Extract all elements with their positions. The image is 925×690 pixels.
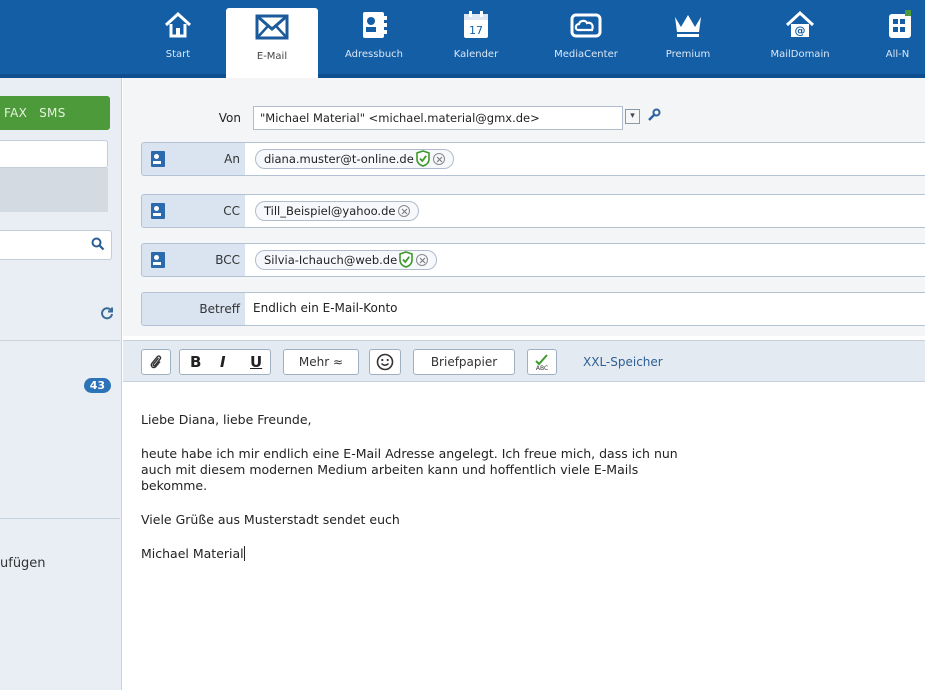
house-icon [163, 6, 193, 44]
bcc-label: BCC [215, 253, 240, 267]
from-label: Von [218, 111, 241, 125]
message-body[interactable]: Liebe Diana, liebe Freunde, heute habe i… [141, 412, 861, 580]
italic-button[interactable]: I [220, 353, 226, 371]
body-line-1: heute habe ich mir endlich eine E-Mail A… [141, 446, 678, 461]
nav-start[interactable]: Start [146, 6, 210, 78]
bcc-address: Silvia-Ichauch@web.de [264, 253, 398, 267]
chevron-down-icon[interactable]: ▾ [625, 109, 640, 124]
text-style-group: B I U [179, 349, 271, 375]
body-signature-line: Michael Material [141, 546, 861, 562]
fax-sms-tabs: FAX SMS [0, 96, 110, 130]
sidebar-divider-2 [0, 518, 120, 519]
bcc-field[interactable]: Silvia-Ichauch@web.de [245, 244, 925, 276]
nav-adressbuch[interactable]: Adressbuch [334, 6, 414, 78]
nav-label-start: Start [165, 49, 191, 60]
tab-sms[interactable]: SMS [39, 106, 66, 120]
sidebar-input-box[interactable] [0, 140, 108, 168]
at-house-icon: @ [784, 6, 816, 44]
remove-cc-icon[interactable] [398, 205, 411, 217]
nav-label-mediacenter: MediaCenter [554, 49, 618, 60]
verified-shield-icon [399, 251, 413, 271]
envelope-icon [254, 8, 290, 46]
cc-row: CC Till_Beispiel@yahoo.de [141, 194, 925, 228]
cc-field[interactable]: Till_Beispiel@yahoo.de [245, 195, 925, 227]
spellcheck-button[interactable]: ABC [527, 349, 557, 375]
nav-maildomain[interactable]: @ MailDomain [760, 6, 840, 78]
svg-text:@: @ [795, 24, 806, 37]
sidebar-divider [0, 340, 120, 341]
calendar-day: 17 [469, 24, 483, 37]
attach-button[interactable] [141, 349, 171, 375]
sidebar-add-link[interactable]: ufügen [0, 556, 46, 571]
recipient-address: diana.muster@t-online.de [264, 152, 414, 166]
cloud-folder-icon [569, 6, 603, 44]
nav-premium[interactable]: Premium [656, 6, 720, 78]
tab-fax[interactable]: FAX [4, 106, 27, 120]
body-greeting: Liebe Diana, liebe Freunde, [141, 412, 312, 427]
nav-label-email: E-Mail [256, 51, 288, 62]
body-line-3: bekomme. [141, 478, 208, 493]
subject-input[interactable]: Endlich ein E-Mail-Konto [245, 293, 925, 325]
format-toolbar: B I U Mehr ≈ Briefpapier ABC XXL-Speiche… [123, 340, 925, 382]
verified-shield-icon [416, 150, 430, 170]
address-book-icon[interactable] [151, 252, 165, 268]
svg-text:ABC: ABC [536, 365, 548, 371]
refresh-icon[interactable] [100, 306, 114, 324]
nav-kalender[interactable]: 17 Kalender [444, 6, 508, 78]
top-navigation: Start E-Mail Adressbuch 17 Kalender Medi… [0, 0, 925, 78]
from-select[interactable]: "Michael Material" <michael.material@gmx… [253, 106, 623, 130]
left-sidebar: FAX SMS 43 ufügen [0, 78, 122, 690]
calendar-icon: 17 [462, 6, 490, 44]
remove-recipient-icon[interactable] [432, 153, 445, 165]
sidebar-search-input[interactable] [0, 230, 112, 260]
crown-icon [672, 6, 704, 44]
paperclip-icon [150, 355, 162, 369]
address-book-icon[interactable] [151, 203, 165, 219]
subject-row: Betreff Endlich ein E-Mail-Konto [141, 292, 925, 326]
bcc-row: BCC Silvia-Ichauch@web.de [141, 243, 925, 277]
from-row: Von "Michael Material" <michael.material… [141, 104, 925, 134]
stationery-button[interactable]: Briefpapier [413, 349, 515, 375]
to-field[interactable]: diana.muster@t-online.de [245, 143, 925, 175]
nav-all[interactable]: All-N [870, 6, 925, 78]
recipient-chip[interactable]: diana.muster@t-online.de [255, 149, 454, 169]
smiley-icon [376, 353, 394, 371]
nav-email[interactable]: E-Mail [226, 8, 318, 78]
body-line-2: auch mit diesem modernen Medium arbeiten… [141, 462, 639, 477]
xxl-storage-link[interactable]: XXL-Speicher [583, 355, 663, 369]
bold-button[interactable]: B [190, 353, 201, 371]
subject-text: Endlich ein E-Mail-Konto [253, 301, 398, 315]
cc-label: CC [223, 204, 240, 218]
sidebar-panel [0, 168, 108, 212]
address-book-icon[interactable] [151, 151, 165, 167]
compose-panel: Von "Michael Material" <michael.material… [123, 78, 925, 690]
wrench-icon[interactable] [647, 108, 661, 126]
to-label: An [224, 152, 240, 166]
body-closing: Viele Grüße aus Musterstadt sendet euch [141, 512, 400, 527]
cc-chip[interactable]: Till_Beispiel@yahoo.de [255, 201, 420, 221]
subject-label: Betreff [199, 302, 240, 316]
text-cursor [243, 546, 245, 561]
body-signature: Michael Material [141, 546, 244, 561]
nav-label-maildomain: MailDomain [770, 49, 830, 60]
body-paragraph: heute habe ich mir endlich eine E-Mail A… [141, 446, 861, 494]
remove-bcc-icon[interactable] [416, 254, 429, 266]
underline-button[interactable]: U [250, 353, 262, 371]
cc-address: Till_Beispiel@yahoo.de [264, 204, 396, 218]
spellcheck-icon: ABC [535, 354, 548, 371]
unread-count-badge: 43 [83, 378, 111, 393]
nav-mediacenter[interactable]: MediaCenter [544, 6, 628, 78]
search-icon[interactable] [91, 237, 105, 255]
compose-header: Von "Michael Material" <michael.material… [123, 78, 925, 336]
to-row: An diana.muster@t-online.de [141, 142, 925, 176]
address-card-icon [360, 6, 388, 44]
nav-label-all: All-N [885, 49, 910, 60]
nav-label-kalender: Kalender [453, 49, 499, 60]
apps-icon [885, 6, 911, 44]
more-button[interactable]: Mehr ≈ [283, 349, 359, 375]
nav-label-adressbuch: Adressbuch [345, 49, 403, 60]
nav-label-premium: Premium [665, 49, 711, 60]
bcc-chip[interactable]: Silvia-Ichauch@web.de [255, 250, 438, 271]
emoji-button[interactable] [369, 349, 401, 375]
